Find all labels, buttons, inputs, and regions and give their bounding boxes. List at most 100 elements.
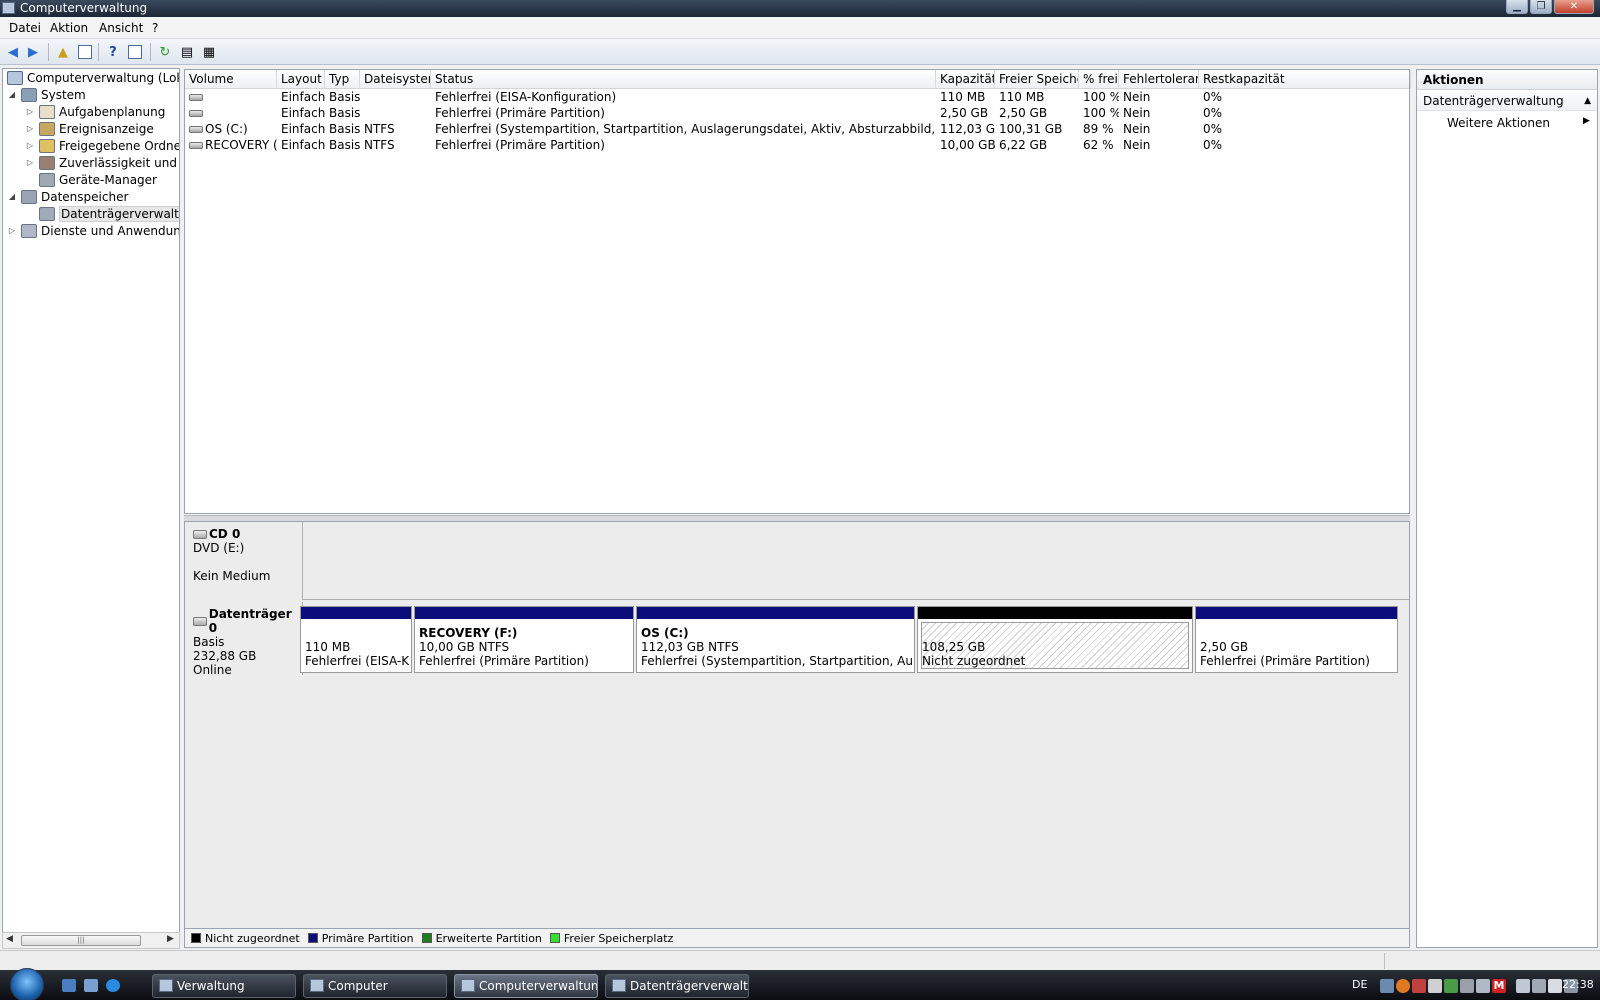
menu-aktion[interactable]: Aktion bbox=[50, 21, 88, 35]
show-desktop-icon[interactable] bbox=[62, 979, 76, 992]
task-computer[interactable]: Computer bbox=[303, 974, 447, 998]
tree-item-aufgabenplanung[interactable]: ▷ Aufgabenplanung bbox=[25, 103, 165, 120]
network-icon[interactable] bbox=[1380, 979, 1394, 993]
tray-app-icon[interactable] bbox=[1460, 979, 1474, 993]
up-folder-icon[interactable]: ▲ bbox=[54, 43, 72, 61]
cell-text: 110 MB bbox=[999, 90, 1045, 104]
cell-text: Basis bbox=[329, 90, 360, 104]
back-icon[interactable]: ◀ bbox=[4, 43, 22, 61]
column-header[interactable]: Layout bbox=[277, 70, 325, 89]
collapse-up-icon[interactable]: ▲ bbox=[1584, 91, 1591, 111]
cd-0-label[interactable]: CD 0 DVD (E:) Kein Medium bbox=[185, 522, 303, 600]
partition-text: 108,25 GB Nicht zugeordnet bbox=[922, 626, 1190, 668]
tree-item-datenspeicher[interactable]: ◢ Datenspeicher bbox=[7, 188, 128, 205]
tree-item-system[interactable]: ◢ System bbox=[7, 86, 86, 103]
cell-text: Einfach bbox=[281, 138, 325, 152]
volume-cell: 2,50 GB bbox=[995, 105, 1079, 121]
help-icon[interactable]: ? bbox=[104, 43, 122, 61]
toolbar-separator bbox=[48, 43, 49, 61]
expander-icon[interactable]: ▷ bbox=[25, 124, 35, 133]
expander-icon[interactable]: ▷ bbox=[25, 158, 35, 167]
language-indicator[interactable]: DE bbox=[1352, 978, 1367, 991]
tree-item-ereignisanzeige[interactable]: ▷ Ereignisanzeige bbox=[25, 120, 154, 137]
more-actions-item[interactable]: Weitere Aktionen ▶ bbox=[1447, 116, 1590, 130]
column-header[interactable]: Status bbox=[431, 70, 936, 89]
tree-horizontal-scrollbar[interactable]: ◀ ||| ▶ bbox=[2, 932, 180, 949]
minimize-button[interactable]: ▁ bbox=[1506, 0, 1528, 14]
update-icon[interactable] bbox=[1444, 979, 1458, 993]
menu-bar: Datei Aktion Ansicht ? bbox=[0, 17, 1600, 39]
expander-icon[interactable]: ▷ bbox=[25, 141, 35, 150]
expander-icon[interactable]: ◢ bbox=[7, 192, 17, 201]
volume-row[interactable]: Einfach Basis Fehlerfrei (Primäre Partitio… bbox=[185, 105, 1409, 121]
refresh-icon[interactable]: ↻ bbox=[156, 43, 174, 61]
tree-item-freigegebene-ordner[interactable]: ▷ Freigegebene Ordner bbox=[25, 137, 179, 154]
expander-icon[interactable]: ▷ bbox=[25, 107, 35, 116]
disk-0-name: Datenträger 0 bbox=[208, 607, 292, 635]
partition-unallocated[interactable]: 108,25 GB Nicht zugeordnet bbox=[917, 606, 1193, 673]
tree-item-geräte-manager[interactable]: Geräte-Manager bbox=[25, 171, 157, 188]
expander-icon[interactable]: ▷ bbox=[7, 226, 17, 235]
tree-item-datenträgerverwaltung[interactable]: Datenträgerverwaltung bbox=[25, 205, 179, 222]
properties-icon[interactable]: ▤ bbox=[178, 43, 196, 61]
partition-size: 110 MB bbox=[305, 640, 351, 654]
clock[interactable]: 22:38 bbox=[1562, 978, 1594, 991]
task-datentraegerverwaltung[interactable]: Datenträgerverwaltu... bbox=[605, 974, 749, 998]
column-header[interactable]: Restkapazität bbox=[1199, 70, 1411, 89]
tray-app-icon[interactable] bbox=[1476, 979, 1490, 993]
sync-icon[interactable] bbox=[1516, 979, 1530, 993]
start-button[interactable] bbox=[10, 968, 44, 1000]
column-header[interactable]: Volume bbox=[185, 70, 277, 89]
column-header[interactable]: Fehlertoleranz bbox=[1119, 70, 1199, 89]
scrollbar-thumb[interactable]: ||| bbox=[21, 935, 141, 946]
disk-settings-icon[interactable]: ▦ bbox=[200, 43, 218, 61]
column-header[interactable]: Kapazität bbox=[936, 70, 995, 89]
cell-text: Einfach bbox=[281, 122, 325, 136]
tray-app-icon[interactable] bbox=[1428, 979, 1442, 993]
volume-row[interactable]: Einfach Basis Fehlerfrei (EISA-Konfigurati… bbox=[185, 89, 1409, 105]
toolbar-separator bbox=[98, 43, 99, 61]
browser-tray-icon[interactable] bbox=[1396, 979, 1410, 993]
column-header[interactable]: Dateisystem bbox=[360, 70, 431, 89]
antivirus-icon[interactable]: M bbox=[1492, 979, 1506, 993]
volume-cell: Einfach bbox=[277, 89, 325, 105]
internet-explorer-icon[interactable] bbox=[106, 979, 120, 992]
actions-section-disk-management[interactable]: Datenträgerverwaltung ▲ bbox=[1417, 91, 1597, 111]
system-tray: M bbox=[1380, 974, 1580, 998]
close-button[interactable]: ✕ bbox=[1554, 0, 1594, 14]
power-icon[interactable] bbox=[1532, 979, 1546, 993]
task-computerverwaltung[interactable]: Computerverwaltung bbox=[454, 974, 598, 998]
partition-status: Fehlerfrei (EISA-Kon bbox=[305, 654, 409, 668]
switch-windows-icon[interactable] bbox=[84, 979, 98, 992]
column-header[interactable]: % frei bbox=[1079, 70, 1119, 89]
expander-icon[interactable]: ◢ bbox=[7, 90, 17, 99]
action-pane-icon[interactable] bbox=[126, 43, 144, 61]
task-verwaltung[interactable]: Verwaltung bbox=[152, 974, 296, 998]
partition-block[interactable]: RECOVERY (F:) 10,00 GB NTFS Fehlerfrei (Pr… bbox=[414, 606, 634, 673]
volume-cell: 0% bbox=[1199, 137, 1411, 153]
disk-0-label[interactable]: Datenträger 0 Basis 232,88 GB Online bbox=[185, 602, 303, 677]
show-tree-icon[interactable] bbox=[76, 43, 94, 61]
menu-help[interactable]: ? bbox=[152, 21, 158, 35]
partition-block[interactable]: 110 MBFehlerfrei (EISA-Kon bbox=[300, 606, 412, 673]
tree-root[interactable]: Computerverwaltung (Lokal) bbox=[7, 69, 179, 86]
menu-datei[interactable]: Datei bbox=[9, 21, 41, 35]
volume-row[interactable]: OS (C:) Einfach Basis NTFS Fehlerfrei (Syste… bbox=[185, 121, 1409, 137]
menu-ansicht[interactable]: Ansicht bbox=[99, 21, 143, 35]
scroll-right-icon[interactable]: ▶ bbox=[167, 934, 174, 944]
partition-block[interactable]: OS (C:) 112,03 GB NTFS Fehlerfrei (Systemp… bbox=[636, 606, 915, 673]
device-manager-icon bbox=[39, 172, 55, 187]
tree-item-zuverlässigkeit-und-leis[interactable]: ▷ Zuverlässigkeit und Leis bbox=[25, 154, 179, 171]
partition-block[interactable]: 2,50 GB Fehlerfrei (Primäre Partition) bbox=[1195, 606, 1398, 673]
column-header[interactable]: Typ bbox=[325, 70, 360, 89]
security-icon[interactable] bbox=[1412, 979, 1426, 993]
column-header[interactable]: Freier Speicher bbox=[995, 70, 1079, 89]
forward-icon[interactable]: ▶ bbox=[24, 43, 42, 61]
partition-type-bar bbox=[415, 607, 633, 619]
scroll-left-icon[interactable]: ◀ bbox=[6, 934, 13, 944]
volume-icon[interactable] bbox=[1548, 979, 1562, 993]
cell-text: Basis bbox=[329, 122, 360, 136]
maximize-button[interactable]: ❐ bbox=[1530, 0, 1552, 14]
tree-item-dienste-und-anwendungen[interactable]: ▷ Dienste und Anwendungen bbox=[7, 222, 179, 239]
volume-row[interactable]: RECOVERY (F:) Einfach Basis NTFS Fehlerfrei … bbox=[185, 137, 1409, 153]
